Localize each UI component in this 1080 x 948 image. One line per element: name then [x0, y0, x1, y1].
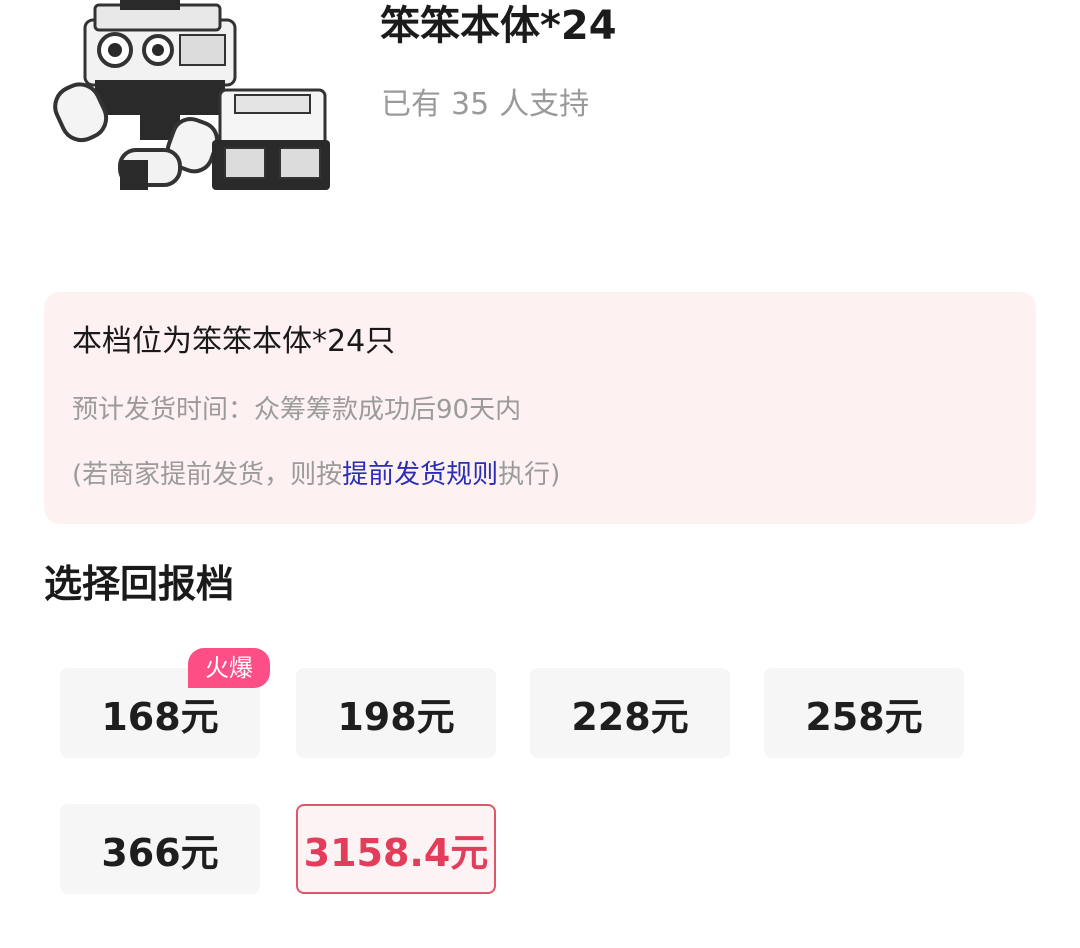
supporter-prefix: 已有 [381, 87, 441, 122]
reward-option-258[interactable]: 258元 [764, 668, 964, 758]
product-title: 笨笨本体*24 [380, 3, 617, 49]
shipping-time: 预计发货时间：众筹筹款成功后90天内 [72, 395, 522, 425]
reward-option-3158-selected[interactable]: 3158.4元 [296, 804, 496, 894]
tier-info-card: 本档位为笨笨本体*24只 预计发货时间：众筹筹款成功后90天内 (若商家提前发货… [44, 292, 1036, 524]
shipping-note-suffix: 执行) [498, 460, 561, 490]
tier-description: 本档位为笨笨本体*24只 [72, 324, 396, 359]
reward-section-title: 选择回报档 [44, 562, 235, 606]
hot-badge: 火爆 [188, 648, 270, 688]
robot-product-image-icon [53, 0, 330, 190]
reward-option-366[interactable]: 366元 [60, 804, 260, 894]
supporter-number: 35 [451, 87, 490, 122]
shipping-note: (若商家提前发货，则按提前发货规则执行) [72, 457, 560, 493]
shipping-note-prefix: (若商家提前发货，则按 [72, 460, 343, 490]
supporter-suffix: 人支持 [499, 87, 590, 122]
early-shipping-rule-link[interactable]: 提前发货规则 [342, 460, 498, 490]
reward-option-228[interactable]: 228元 [530, 668, 730, 758]
product-image [40, 0, 360, 215]
reward-option-198[interactable]: 198元 [296, 668, 496, 758]
supporter-count: 已有 35 人支持 [381, 85, 589, 125]
